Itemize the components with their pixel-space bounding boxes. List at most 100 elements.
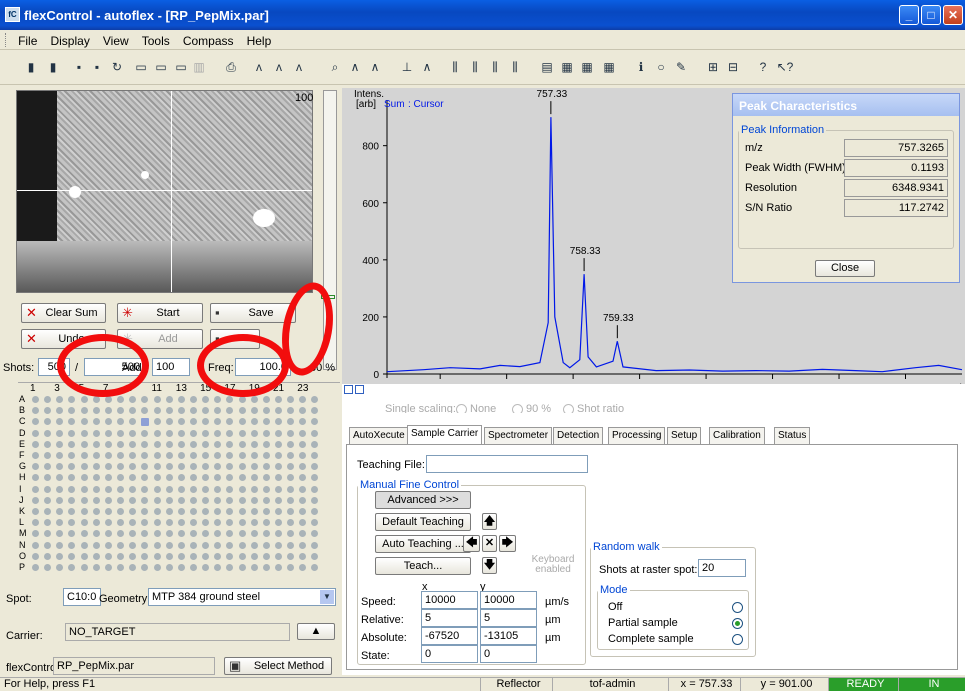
- plate-spot[interactable]: [238, 463, 246, 471]
- plate-spot[interactable]: [275, 485, 282, 493]
- plate-spot[interactable]: [153, 541, 161, 549]
- plate-spot[interactable]: [80, 552, 88, 560]
- plate-spot[interactable]: [165, 552, 173, 560]
- plate-spot[interactable]: [68, 564, 76, 571]
- plate-spot[interactable]: [202, 463, 210, 471]
- plate-spot[interactable]: [68, 541, 76, 549]
- plate-spot[interactable]: [311, 407, 319, 415]
- plate-spot[interactable]: [80, 508, 88, 515]
- plate-spot[interactable]: [262, 485, 270, 493]
- plate-spot[interactable]: [165, 407, 173, 415]
- plate-spot[interactable]: [129, 407, 137, 415]
- plate-spot[interactable]: [299, 530, 307, 538]
- plate-spot[interactable]: [238, 519, 246, 527]
- plate-spot[interactable]: [250, 396, 258, 403]
- plate-spot[interactable]: [238, 440, 246, 448]
- plate-spot[interactable]: [165, 530, 173, 538]
- acquire-icon[interactable]: ▭: [132, 58, 150, 76]
- plate-spot[interactable]: [153, 508, 161, 515]
- plate-spot[interactable]: [226, 396, 234, 403]
- plate-spot[interactable]: [189, 396, 197, 403]
- plate-spot[interactable]: [68, 452, 76, 459]
- plate-spot[interactable]: [202, 407, 210, 415]
- plate-spot[interactable]: [275, 418, 282, 426]
- plate-spot[interactable]: [44, 496, 52, 504]
- plate-spot[interactable]: [44, 429, 52, 437]
- plate-spot[interactable]: [311, 429, 319, 437]
- plate-spot[interactable]: [189, 564, 197, 571]
- plate-spot[interactable]: [250, 552, 258, 560]
- plate-spot[interactable]: [153, 396, 161, 403]
- plate-spot[interactable]: [104, 552, 112, 560]
- plate-spot[interactable]: [226, 541, 234, 549]
- plate-spot[interactable]: [202, 429, 210, 437]
- teach-button[interactable]: Teach...: [375, 557, 471, 575]
- plate-spot[interactable]: [32, 418, 39, 426]
- menu-display[interactable]: Display: [45, 30, 94, 48]
- plate-spot[interactable]: [311, 541, 319, 549]
- plate-spot[interactable]: [153, 452, 161, 459]
- plate-spot[interactable]: [202, 519, 210, 527]
- plate-spot[interactable]: [311, 485, 319, 493]
- plate-spot[interactable]: [214, 474, 222, 482]
- plate-spot[interactable]: [238, 485, 246, 493]
- plate-spot[interactable]: [129, 485, 137, 493]
- plate-spot[interactable]: [56, 564, 64, 571]
- close-button[interactable]: ✕: [943, 5, 963, 25]
- plate-spot[interactable]: [238, 418, 246, 426]
- plate-spot[interactable]: [117, 485, 125, 493]
- plate-spot[interactable]: [275, 474, 282, 482]
- plate-spot[interactable]: [44, 564, 52, 571]
- plate-spot[interactable]: [250, 485, 258, 493]
- plate-spot[interactable]: [92, 452, 100, 459]
- plate-spot[interactable]: [189, 440, 197, 448]
- plate-spot[interactable]: [202, 452, 210, 459]
- plate-spot[interactable]: [287, 552, 295, 560]
- plate-spot[interactable]: [177, 474, 185, 482]
- plate-spot[interactable]: [250, 440, 258, 448]
- plate-spot[interactable]: [275, 440, 282, 448]
- plate-spot[interactable]: [189, 508, 197, 515]
- peak-b-icon[interactable]: ᴧ: [270, 58, 288, 76]
- plate-spot[interactable]: [92, 496, 100, 504]
- plate-spot[interactable]: [141, 396, 149, 403]
- plate-spot[interactable]: [250, 496, 258, 504]
- plate-spot[interactable]: [214, 407, 222, 415]
- plate-spot[interactable]: [32, 474, 39, 482]
- plate-spot[interactable]: [177, 530, 185, 538]
- plate-spot[interactable]: [56, 485, 64, 493]
- plate-spot[interactable]: [68, 530, 76, 538]
- plate-spot[interactable]: [202, 474, 210, 482]
- plate-spot[interactable]: [226, 508, 234, 515]
- plate-spot[interactable]: [117, 440, 125, 448]
- plate-spot[interactable]: [129, 530, 137, 538]
- plate-spot[interactable]: [275, 530, 282, 538]
- plate-spot[interactable]: [299, 396, 307, 403]
- plate-spot[interactable]: [165, 474, 173, 482]
- plate-spot[interactable]: [80, 541, 88, 549]
- plate-spot[interactable]: [56, 463, 64, 471]
- plate-spot[interactable]: [56, 440, 64, 448]
- plate-spot[interactable]: [287, 508, 295, 515]
- plate-spot[interactable]: [117, 418, 125, 426]
- zoom-in-icon[interactable]: ⊞: [704, 58, 722, 76]
- plate-spot[interactable]: [117, 530, 125, 538]
- plate-spot[interactable]: [117, 564, 125, 571]
- plate-spot[interactable]: [226, 474, 234, 482]
- plate-spot[interactable]: [117, 429, 125, 437]
- plate-spot[interactable]: [177, 508, 185, 515]
- plate-spot[interactable]: [92, 530, 100, 538]
- plate-spot[interactable]: [299, 440, 307, 448]
- plate-spot[interactable]: [287, 452, 295, 459]
- acquire-3-icon[interactable]: ▭: [172, 58, 190, 76]
- plate-spot[interactable]: [153, 407, 161, 415]
- plate-spot[interactable]: [214, 418, 222, 426]
- plate-spot[interactable]: [189, 530, 197, 538]
- plate-spot[interactable]: [104, 541, 112, 549]
- scaling-checkbox-a[interactable]: [344, 385, 353, 394]
- plate-spot[interactable]: [177, 440, 185, 448]
- plate-spot[interactable]: [68, 463, 76, 471]
- plate-spot[interactable]: [287, 440, 295, 448]
- plate-spot[interactable]: [299, 496, 307, 504]
- plate-spot[interactable]: [92, 552, 100, 560]
